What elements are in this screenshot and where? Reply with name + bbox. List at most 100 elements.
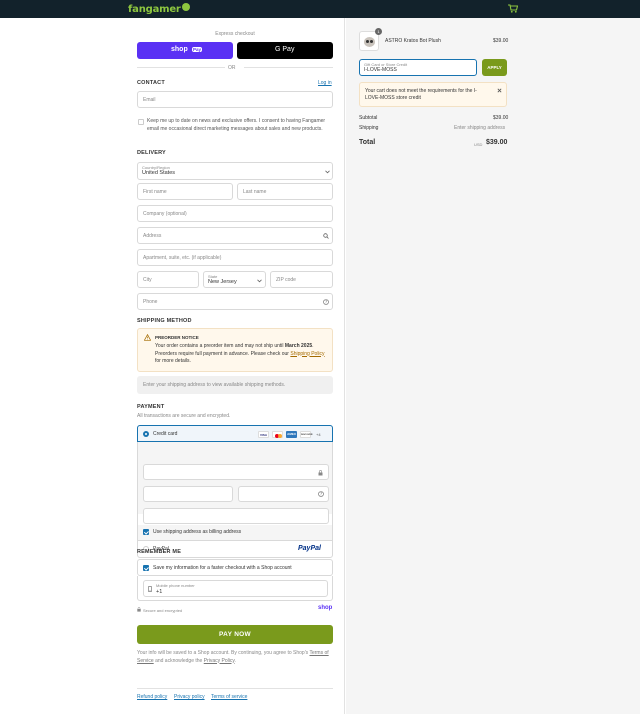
card-number-field[interactable]: [143, 464, 329, 480]
remember-me-panel: Mobile phone number +1: [137, 576, 333, 601]
privacy-link[interactable]: Privacy Policy: [204, 658, 235, 664]
total-value: $39.00: [486, 139, 508, 146]
discount-error-text: Your cart does not meet the requirements…: [365, 88, 477, 101]
billing-label: Use shipping address as billing address: [153, 529, 242, 535]
mobile-phone-label: Mobile phone number: [156, 583, 195, 588]
credit-card-radio[interactable]: [143, 431, 149, 437]
terms-of-service-link[interactable]: Terms of service: [211, 694, 247, 700]
svg-text:?: ?: [325, 300, 327, 305]
preorder-notice-text: Your order contains a preorder item and …: [155, 343, 327, 366]
logo-bolt-icon: [181, 3, 190, 11]
legal-text-3: .: [234, 657, 236, 664]
or-label: OR: [228, 65, 236, 71]
credit-card-label: Credit card: [153, 431, 178, 437]
first-name-placeholder: First name: [143, 189, 167, 195]
google-pay-label: G Pay: [275, 46, 295, 53]
phone-placeholder: Phone: [143, 299, 158, 305]
shop-logo: shop: [318, 605, 333, 611]
logo-text: fangamer: [128, 4, 181, 15]
credit-card-option[interactable]: Credit card VISA AMEX DISCOVER +4: [137, 425, 333, 442]
discount-code-label: Gift Card or Store Credit: [364, 61, 408, 67]
legal-text: Your info will be saved to a Shop accoun…: [137, 650, 333, 665]
company-placeholder: Company (optional): [143, 211, 187, 217]
subtotal-label: Subtotal: [359, 115, 378, 121]
payment-options: Credit card VISA AMEX DISCOVER +4 ?: [137, 425, 333, 535]
company-field[interactable]: Company (optional): [137, 205, 333, 222]
apply-label: APPLY: [487, 65, 502, 70]
shipping-method-title: SHIPPING METHOD: [137, 318, 192, 324]
pay-now-label: PAY NOW: [219, 631, 251, 638]
apartment-field[interactable]: Apartment, suite, etc. (if applicable): [137, 249, 333, 266]
top-bar: fangamer: [0, 0, 640, 18]
email-field[interactable]: Email: [137, 91, 333, 108]
expiration-date-field[interactable]: [143, 486, 233, 502]
shop-pay-label: shop: [171, 46, 188, 53]
search-icon: [323, 233, 329, 239]
email-placeholder: Email: [143, 97, 156, 103]
help-icon[interactable]: ?: [323, 299, 329, 305]
visa-icon: VISA: [258, 431, 269, 438]
amex-icon: AMEX: [286, 431, 297, 438]
notice-text-3: for more details.: [155, 358, 191, 364]
country-value: United States: [142, 170, 176, 176]
newsletter-checkbox[interactable]: [138, 119, 144, 125]
product-price: $39.00: [493, 38, 509, 44]
billing-checkbox[interactable]: [143, 529, 149, 535]
cart-icon[interactable]: [508, 4, 518, 13]
chevron-down-icon: [325, 170, 330, 174]
lock-icon: [318, 470, 323, 476]
product-name: ASTRO Kratos Bot Plush: [385, 38, 441, 44]
shipping-label: Shipping: [359, 125, 379, 131]
pay-now-button[interactable]: PAY NOW: [137, 625, 333, 644]
contact-title: CONTACT: [137, 80, 165, 86]
log-in-link[interactable]: Log in: [318, 80, 332, 86]
name-on-card-field[interactable]: [143, 508, 329, 524]
discount-code-field[interactable]: Gift Card or Store Credit I-LOVE-MOSS: [359, 59, 477, 76]
discount-error-banner: Your cart does not meet the requirements…: [359, 82, 507, 107]
help-icon[interactable]: ?: [318, 491, 324, 497]
last-name-placeholder: Last name: [243, 189, 267, 195]
city-placeholder: City: [143, 277, 152, 283]
google-pay-button[interactable]: G Pay: [237, 42, 333, 59]
close-icon[interactable]: [497, 88, 502, 93]
express-checkout-heading: Express checkout: [215, 31, 255, 37]
apply-button[interactable]: APPLY: [482, 59, 507, 76]
zip-field[interactable]: ZIP code: [270, 271, 333, 288]
mastercard-icon: [272, 431, 283, 438]
privacy-policy-link[interactable]: Privacy policy: [174, 694, 205, 700]
notice-text-1: Your order contains a preorder item and …: [155, 343, 284, 349]
quantity-badge: 1: [375, 28, 382, 35]
refund-policy-link[interactable]: Refund policy: [137, 694, 167, 700]
shipping-methods-placeholder: Enter your shipping address to view avai…: [137, 376, 333, 394]
phone-field[interactable]: Phone ?: [137, 293, 333, 310]
city-field[interactable]: City: [137, 271, 199, 288]
security-code-field[interactable]: ?: [238, 486, 329, 502]
last-name-field[interactable]: Last name: [237, 183, 333, 200]
billing-row: Use shipping address as billing address: [137, 525, 333, 540]
shop-pay-button[interactable]: shop Pay: [137, 42, 233, 59]
order-summary: 1 ASTRO Kratos Bot Plush $39.00 Gift Car…: [346, 18, 640, 714]
preorder-notice-title: PREORDER NOTICE: [155, 335, 199, 340]
first-name-field[interactable]: First name: [137, 183, 233, 200]
checkout-form: Express checkout shop Pay G Pay OR CONTA…: [0, 18, 345, 714]
zip-placeholder: ZIP code: [276, 277, 296, 283]
card-brand-logos: VISA AMEX DISCOVER +4: [258, 431, 330, 438]
shipping-value: Enter shipping address: [454, 125, 506, 131]
legal-text-1: Your info will be saved to a Shop accoun…: [137, 650, 309, 656]
state-select[interactable]: State New Jersey: [203, 271, 266, 288]
shipping-methods-empty-text: Enter your shipping address to view avai…: [143, 382, 286, 388]
address-field[interactable]: Address: [137, 227, 333, 244]
mobile-phone-field[interactable]: Mobile phone number +1: [143, 580, 328, 597]
delivery-title: DELIVERY: [137, 150, 166, 156]
remember-me-checkbox[interactable]: [143, 565, 149, 571]
or-divider-right: [244, 67, 333, 68]
phone-icon: [148, 586, 152, 592]
fangamer-logo[interactable]: fangamer: [128, 3, 190, 15]
legal-text-2: and acknowledge the: [155, 657, 203, 664]
shop-pay-badge: Pay: [192, 47, 203, 52]
payment-subtitle: All transactions are secure and encrypte…: [137, 413, 231, 419]
address-placeholder: Address: [143, 233, 162, 239]
subtotal-value: $39.00: [493, 115, 509, 121]
country-select[interactable]: Country/Region United States: [137, 162, 333, 180]
shipping-policy-link[interactable]: Shipping Policy: [290, 351, 324, 357]
